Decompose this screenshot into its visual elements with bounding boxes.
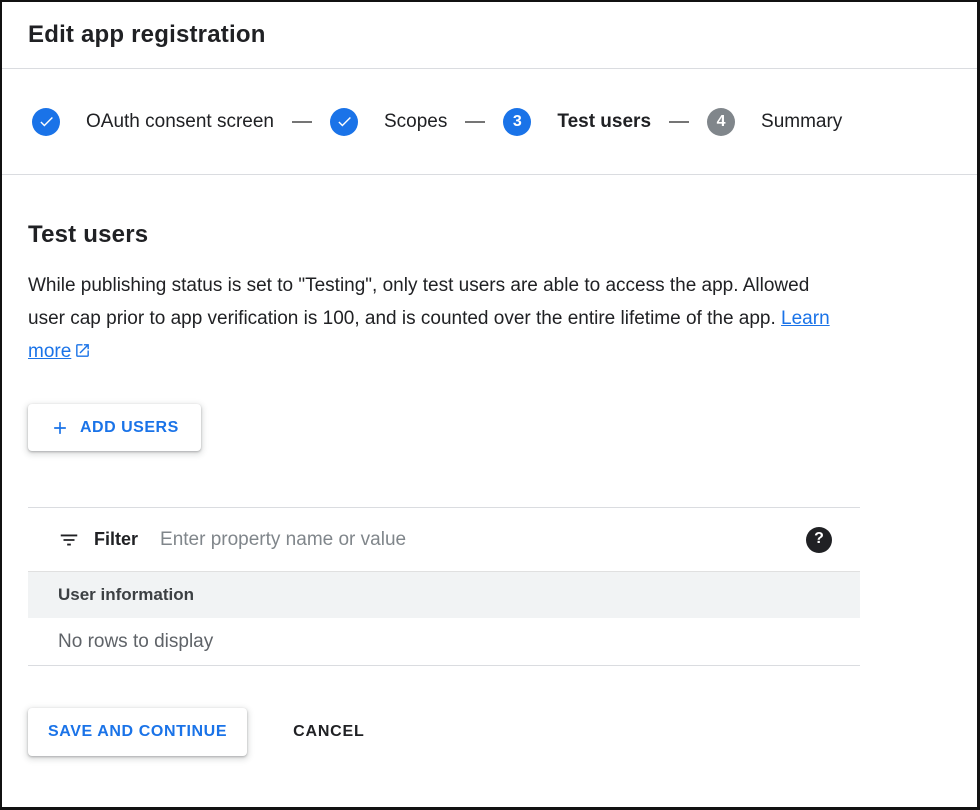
step-number-badge: 3 (503, 108, 531, 136)
page-title: Edit app registration (28, 21, 266, 49)
footer-actions: SAVE AND CONTINUE CANCEL (28, 708, 951, 756)
table-column-header: User information (28, 571, 860, 618)
plus-icon (50, 418, 70, 438)
filter-bar: Filter ? (28, 507, 860, 571)
filter-label: Filter (94, 529, 138, 550)
stepper-step-scopes[interactable]: Scopes (330, 108, 447, 136)
external-link-icon (74, 342, 91, 359)
add-users-label: ADD USERS (80, 419, 179, 437)
save-and-continue-button[interactable]: SAVE AND CONTINUE (28, 708, 247, 756)
table-empty-state: No rows to display (28, 618, 860, 666)
step-separator (292, 121, 312, 123)
stepper: OAuth consent screen Scopes 3 Test users… (2, 69, 977, 175)
stepper-step-test-users[interactable]: 3 Test users (503, 108, 651, 136)
page-header: Edit app registration (2, 2, 977, 69)
step-number-badge: 4 (707, 108, 735, 136)
stepper-step-oauth-consent-screen[interactable]: OAuth consent screen (32, 108, 274, 136)
empty-state-label: No rows to display (58, 631, 213, 653)
step-separator (465, 121, 485, 123)
step-label: Summary (761, 111, 842, 133)
section-title: Test users (28, 221, 951, 249)
edit-app-registration-page: Edit app registration OAuth consent scre… (2, 2, 977, 756)
filter-input[interactable] (160, 529, 792, 551)
add-users-button[interactable]: ADD USERS (28, 404, 201, 451)
step-label: Scopes (384, 111, 447, 133)
help-icon[interactable]: ? (806, 527, 832, 553)
description-body: While publishing status is set to "Testi… (28, 275, 809, 329)
step-label: OAuth consent screen (86, 111, 274, 133)
step-separator (669, 121, 689, 123)
cancel-button[interactable]: CANCEL (289, 711, 368, 753)
stepper-step-summary[interactable]: 4 Summary (707, 108, 842, 136)
test-users-table: Filter ? User information No rows to dis… (28, 507, 860, 666)
check-circle-icon (330, 108, 358, 136)
column-header-label: User information (58, 585, 194, 605)
filter-icon (58, 529, 80, 551)
step-label: Test users (557, 111, 651, 133)
description-text: While publishing status is set to "Testi… (28, 269, 850, 368)
check-circle-icon (32, 108, 60, 136)
main-content: Test users While publishing status is se… (2, 221, 977, 756)
